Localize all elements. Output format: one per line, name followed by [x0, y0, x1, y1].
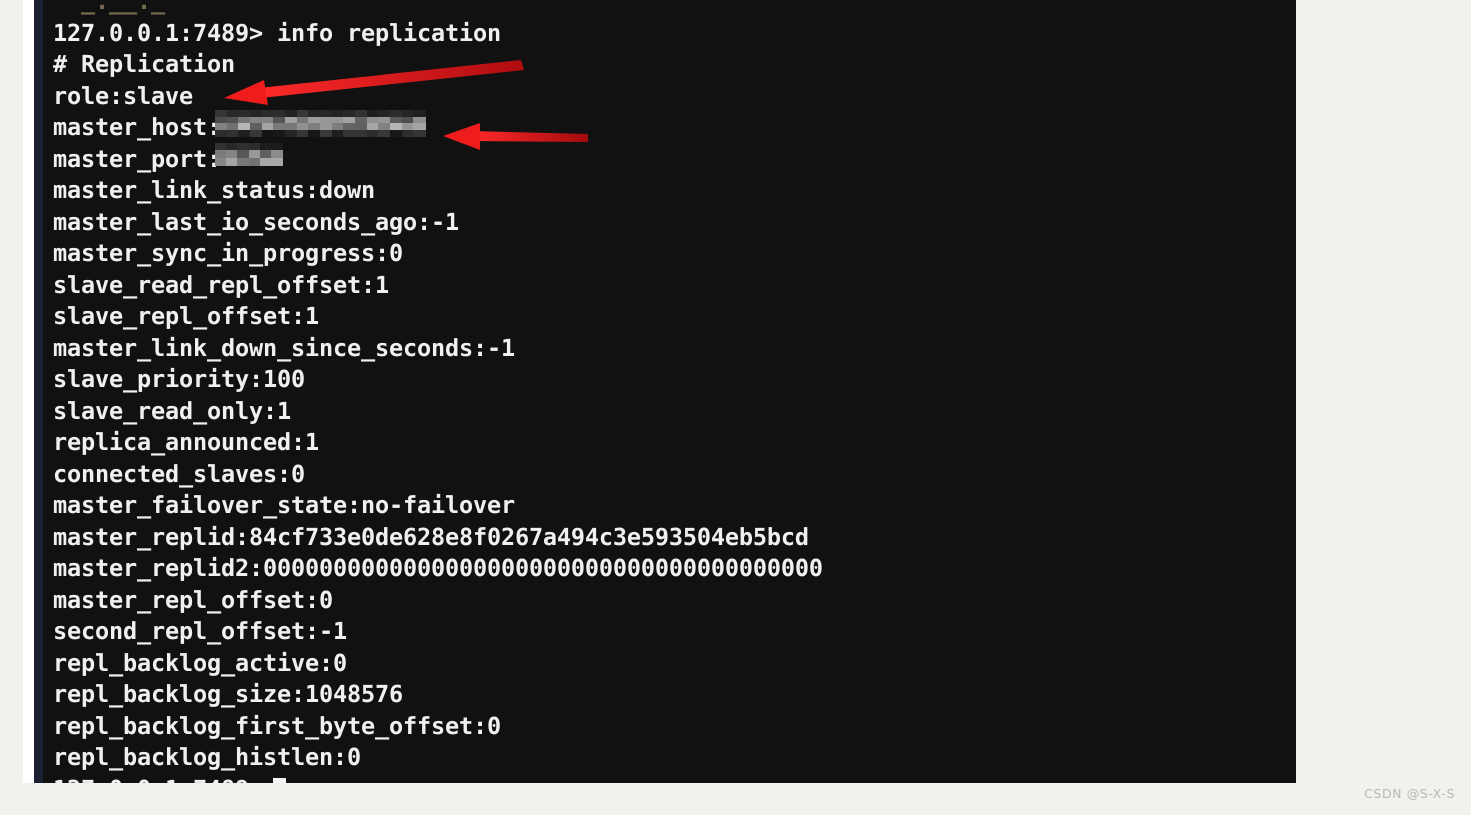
terminal-line-6: master_last_io_seconds_ago:-1: [53, 207, 459, 236]
terminal-line-12: slave_read_only:1: [53, 396, 291, 425]
window-left-edge: [23, 0, 34, 783]
terminal-line-10: master_link_down_since_seconds:-1: [53, 333, 515, 362]
terminal-line-14: connected_slaves:0: [53, 459, 305, 488]
terminal-line-21: repl_backlog_size:1048576: [53, 680, 403, 708]
terminal-line-17: master_replid2:0000000000000000000000000…: [53, 554, 823, 582]
terminal-line-9: slave_repl_offset:1: [53, 302, 319, 330]
terminal-line-18: master_repl_offset:0: [53, 585, 333, 614]
terminal-line-15: master_failover_state:no-failover: [53, 491, 515, 519]
terminal-line-clipped-top: _.__._: [53, 0, 165, 15]
terminal-line-19: second_repl_offset:-1: [53, 617, 347, 645]
terminal-line-8: slave_read_repl_offset:1: [53, 270, 389, 299]
terminal-line-16: master_replid:84cf733e0de628e8f0267a494c…: [53, 522, 809, 551]
terminal-line-redacted-host: master_host:: [53, 113, 221, 141]
terminal-gutter: [34, 0, 43, 783]
terminal-output-area[interactable]: _.__._ 127.0.0.1:7489> info replication # …: [43, 0, 1296, 783]
terminal-prompt-text: 127.0.0.1:7489>: [53, 775, 263, 784]
terminal-section-header: # Replication: [53, 50, 235, 78]
terminal-command-line: 127.0.0.1:7489> info replication: [53, 18, 501, 47]
terminal-line-redacted-port: master_port:: [53, 144, 221, 173]
terminal-line-23: repl_backlog_histlen:0: [53, 743, 361, 771]
terminal-cursor: [272, 777, 286, 783]
terminal-line-7: master_sync_in_progress:0: [53, 239, 403, 267]
terminal-text-block: _.__._ 127.0.0.1:7489> info replication # …: [53, 0, 823, 783]
page-canvas: _.__._ 127.0.0.1:7489> info replication # …: [0, 0, 1471, 815]
terminal-line-11: slave_priority:100: [53, 365, 305, 393]
terminal-line-5: master_link_status:down: [53, 176, 375, 204]
terminal-prompt-line[interactable]: 127.0.0.1:7489>: [53, 774, 823, 784]
csdn-watermark: CSDN @S-X-S: [1364, 786, 1455, 801]
terminal-line-2: role:slave: [53, 81, 193, 110]
terminal-line-22: repl_backlog_first_byte_offset:0: [53, 711, 501, 740]
terminal-line-13: replica_announced:1: [53, 428, 319, 456]
terminal-window[interactable]: _.__._ 127.0.0.1:7489> info replication # …: [34, 0, 1296, 783]
terminal-line-20: repl_backlog_active:0: [53, 648, 347, 677]
